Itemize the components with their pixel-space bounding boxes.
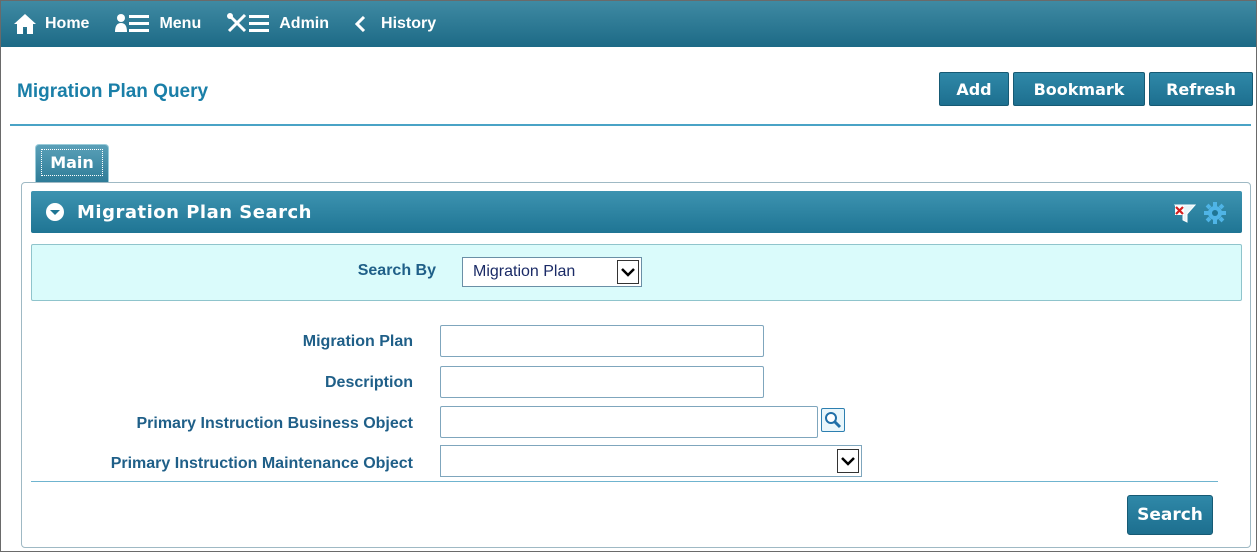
nav-admin[interactable]: Admin <box>227 13 329 35</box>
tab-main-label: Main <box>41 149 103 176</box>
top-nav-bar: Home Menu Admin History <box>1 1 1256 47</box>
primary-bo-label: Primary Instruction Business Object <box>136 415 413 432</box>
collapse-circle-icon[interactable] <box>45 202 65 222</box>
gear-icon[interactable] <box>1204 202 1226 224</box>
primary-bo-input[interactable] <box>440 406 818 438</box>
nav-menu[interactable]: Menu <box>115 13 201 35</box>
nav-home-label: Home <box>45 15 90 32</box>
nav-home[interactable]: Home <box>13 13 89 35</box>
primary-mo-select[interactable] <box>440 445 862 477</box>
admin-tools-icon <box>227 13 270 33</box>
app-window: Home Menu Admin History Migration Plan Q… <box>0 0 1257 552</box>
primary-mo-label: Primary Instruction Maintenance Object <box>110 455 413 472</box>
clear-filter-icon[interactable] <box>1174 203 1196 223</box>
description-label: Description <box>324 374 413 391</box>
nav-history-label: History <box>381 15 437 32</box>
search-panel: Migration Plan Search Search By Migratio… <box>21 182 1251 548</box>
nav-menu-label: Menu <box>159 15 202 32</box>
nav-admin-label: Admin <box>279 15 330 32</box>
home-icon <box>14 14 36 34</box>
search-button[interactable]: Search <box>1127 495 1213 535</box>
description-input[interactable] <box>440 366 764 398</box>
bookmark-button[interactable]: Bookmark <box>1013 72 1145 106</box>
search-by-box: Search By Migration Plan <box>31 244 1242 301</box>
chevron-left-icon <box>355 16 366 32</box>
magnifier-icon <box>825 412 842 429</box>
search-by-selected: Migration Plan <box>473 263 576 280</box>
migration-plan-input[interactable] <box>440 325 764 357</box>
refresh-button[interactable]: Refresh <box>1149 72 1253 106</box>
migration-plan-label: Migration Plan <box>302 333 413 350</box>
add-button[interactable]: Add <box>939 72 1009 106</box>
section-title: Migration Plan Search <box>77 201 312 223</box>
menu-icon <box>115 14 150 32</box>
form-divider <box>31 481 1218 482</box>
section-header[interactable]: Migration Plan Search <box>31 191 1242 233</box>
search-by-label: Search By <box>357 262 436 279</box>
nav-history[interactable]: History <box>355 15 436 33</box>
chevron-down-icon[interactable] <box>617 260 639 284</box>
chevron-down-icon[interactable] <box>837 449 859 473</box>
title-divider <box>10 124 1251 126</box>
page-title: Migration Plan Query <box>17 81 209 102</box>
tab-main[interactable]: Main <box>35 144 109 184</box>
search-by-select[interactable]: Migration Plan <box>462 257 642 287</box>
primary-bo-lookup-button[interactable] <box>821 408 845 432</box>
